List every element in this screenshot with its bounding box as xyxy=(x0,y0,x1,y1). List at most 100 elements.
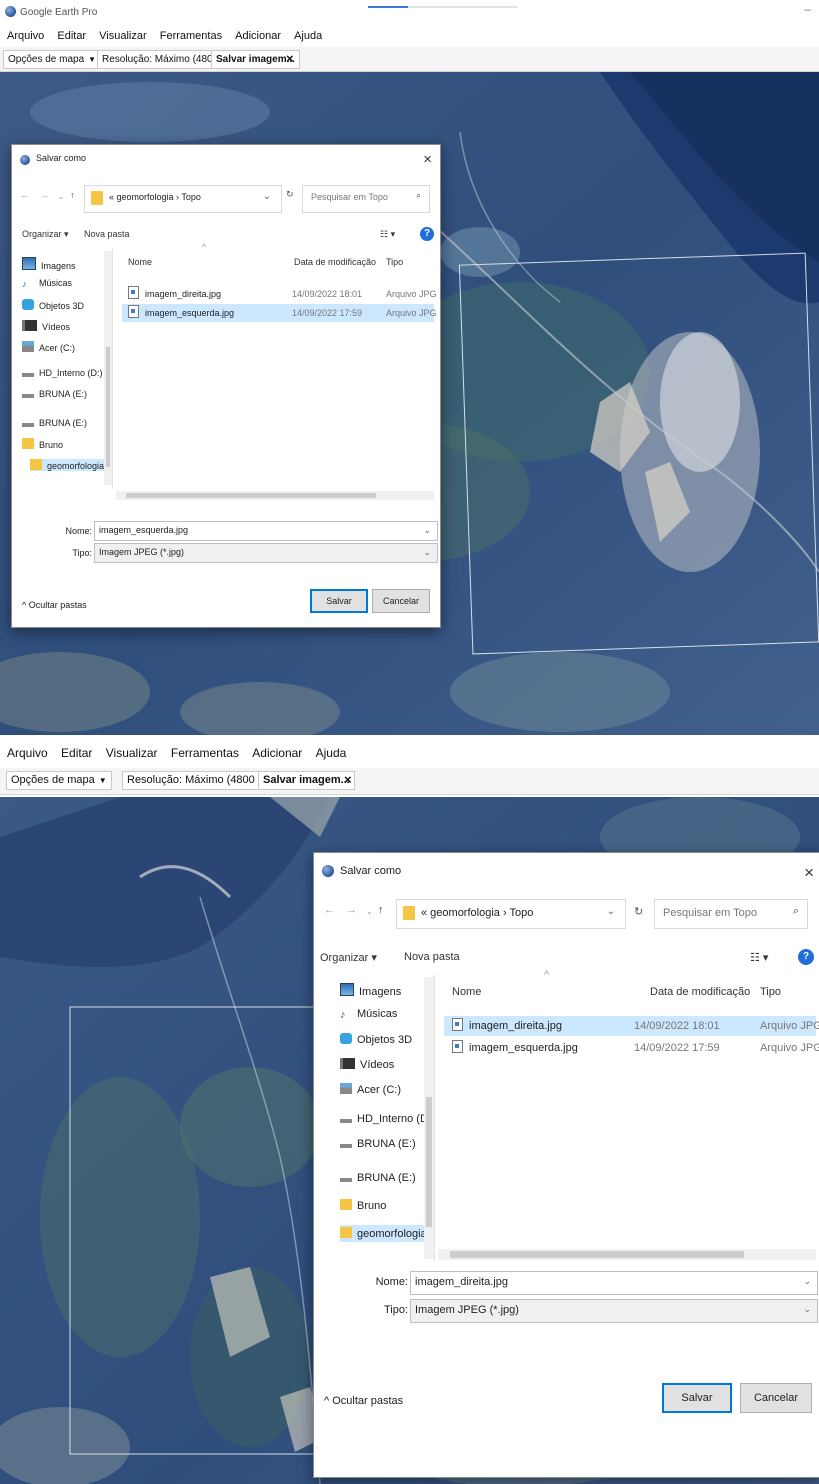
menu-arquivo[interactable]: Arquivo xyxy=(7,743,48,763)
file-list-scrollbar[interactable] xyxy=(116,491,434,500)
up-arrow-icon[interactable]: ↑ xyxy=(70,190,75,200)
column-header-data[interactable]: Data de modificação xyxy=(650,986,750,998)
file-row[interactable]: imagem_direita.jpg 14/09/2022 18:01 Arqu… xyxy=(122,285,437,303)
chevron-down-icon[interactable]: ⌄ xyxy=(803,1304,811,1315)
sidebar-item-imagens[interactable]: Imagens xyxy=(22,257,76,271)
help-icon[interactable]: ? xyxy=(420,227,434,241)
folder-icon xyxy=(403,906,415,920)
column-header-tipo[interactable]: Tipo xyxy=(386,257,403,267)
map-options-dropdown[interactable]: Opções de mapa ▼ xyxy=(6,771,112,790)
sidebar-item-videos[interactable]: Vídeos xyxy=(340,1058,394,1071)
sidebar-scrollbar[interactable] xyxy=(104,251,112,485)
sidebar-item-bruno[interactable]: Bruno xyxy=(340,1199,386,1212)
sidebar-item-bruno[interactable]: Bruno xyxy=(22,438,63,450)
menu-visualizar[interactable]: Visualizar xyxy=(106,743,158,763)
refresh-icon[interactable]: ↻ xyxy=(286,189,294,200)
filename-input[interactable]: imagem_direita.jpg ⌄ xyxy=(410,1271,818,1295)
cancel-button[interactable]: Cancelar xyxy=(372,589,430,613)
hide-folders-toggle[interactable]: ^ Ocultar pastas xyxy=(22,600,87,610)
top-screenshot-panel: Google Earth Pro – Arquivo Editar Visual… xyxy=(0,0,819,735)
sidebar-item-objetos-3d[interactable]: Objetos 3D xyxy=(22,299,84,311)
sidebar-item-geomorfologia[interactable]: geomorfologia xyxy=(340,1225,431,1242)
scrollbar-thumb[interactable] xyxy=(126,493,376,498)
sidebar-item-bruna-e[interactable]: BRUNA (E:) xyxy=(22,383,87,399)
scrollbar-thumb[interactable] xyxy=(106,347,110,467)
save-button[interactable]: Salvar xyxy=(310,589,368,613)
sidebar-item-acer-c[interactable]: Acer (C:) xyxy=(22,341,75,353)
close-dialog-icon[interactable]: × xyxy=(804,863,814,883)
chevron-down-icon[interactable]: ⌄ xyxy=(423,525,431,536)
menu-editar[interactable]: Editar xyxy=(61,743,92,763)
menu-editar[interactable]: Editar xyxy=(57,26,86,46)
organize-button[interactable]: Organizar ▾ xyxy=(22,229,69,240)
view-options-icon[interactable]: ☷ ▾ xyxy=(380,229,395,240)
search-input[interactable]: Pesquisar em Topo ⌕ xyxy=(654,899,808,929)
sidebar-item-imagens[interactable]: Imagens xyxy=(340,983,401,998)
close-toolbar-icon[interactable]: × xyxy=(344,771,352,788)
recent-locations-icon[interactable]: ⌄ xyxy=(366,907,373,916)
sidebar-item-bruna-e-root[interactable]: BRUNA (E:) xyxy=(340,1167,416,1184)
chevron-down-icon[interactable]: ⌄ xyxy=(263,191,271,202)
up-arrow-icon[interactable]: ↑ xyxy=(378,904,384,916)
sidebar-item-musicas[interactable]: ♪ Músicas xyxy=(22,278,72,290)
back-arrow-icon[interactable]: ← xyxy=(20,190,29,200)
scrollbar-thumb[interactable] xyxy=(450,1251,744,1258)
sidebar-item-objetos-3d[interactable]: Objetos 3D xyxy=(340,1033,412,1046)
file-type-select[interactable]: Imagem JPEG (*.jpg) ⌄ xyxy=(410,1299,818,1323)
recent-locations-icon[interactable]: ⌄ xyxy=(58,193,64,201)
forward-arrow-icon[interactable]: → xyxy=(346,904,357,916)
column-header-nome[interactable]: Nome xyxy=(452,986,481,998)
save-image-button[interactable]: Salvar imagem... xyxy=(258,771,355,790)
file-row-selected[interactable]: imagem_esquerda.jpg 14/09/2022 17:59 Arq… xyxy=(122,304,437,322)
column-header-data[interactable]: Data de modificação xyxy=(294,257,376,267)
forward-arrow-icon[interactable]: → xyxy=(40,190,49,200)
file-type-select[interactable]: Imagem JPEG (*.jpg) ⌄ xyxy=(94,543,438,563)
menu-arquivo[interactable]: Arquivo xyxy=(7,26,44,46)
refresh-icon[interactable]: ↻ xyxy=(634,905,643,918)
name-label: Nome: xyxy=(375,1276,408,1288)
path-breadcrumb[interactable]: « geomorfologia › Topo ⌄ xyxy=(84,185,282,213)
map-options-dropdown[interactable]: Opções de mapa ▼ xyxy=(3,50,102,69)
file-row[interactable]: imagem_esquerda.jpg 14/09/2022 17:59 Arq… xyxy=(444,1038,819,1058)
minimize-icon[interactable]: – xyxy=(804,2,811,16)
search-input[interactable]: Pesquisar em Topo ⌕ xyxy=(302,185,430,213)
sidebar-item-geomorfologia[interactable]: geomorfologia xyxy=(30,459,109,471)
sidebar-item-bruna-e[interactable]: BRUNA (E:) xyxy=(340,1133,416,1150)
back-arrow-icon[interactable]: ← xyxy=(324,904,335,916)
sidebar-item-musicas[interactable]: ♪ Músicas xyxy=(340,1008,397,1021)
sidebar-item-hd-interno[interactable]: HD_Interno (D:) xyxy=(340,1108,434,1125)
column-header-nome[interactable]: Nome xyxy=(128,257,152,267)
progress-indicator xyxy=(368,6,518,8)
save-button[interactable]: Salvar xyxy=(662,1383,732,1413)
menu-visualizar[interactable]: Visualizar xyxy=(99,26,147,46)
sidebar-item-acer-c[interactable]: Acer (C:) xyxy=(340,1083,401,1096)
new-folder-button[interactable]: Nova pasta xyxy=(404,951,460,963)
view-options-icon[interactable]: ☷ ▾ xyxy=(750,951,768,964)
sidebar-item-videos[interactable]: Vídeos xyxy=(22,320,70,332)
close-toolbar-icon[interactable]: × xyxy=(286,50,294,67)
scrollbar-thumb[interactable] xyxy=(426,1097,432,1227)
cancel-button[interactable]: Cancelar xyxy=(740,1383,812,1413)
menu-ferramentas[interactable]: Ferramentas xyxy=(160,26,222,46)
file-list-scrollbar[interactable] xyxy=(438,1249,816,1260)
chevron-down-icon[interactable]: ⌄ xyxy=(803,1276,811,1287)
organize-button[interactable]: Organizar ▾ xyxy=(320,951,377,964)
sidebar-scrollbar[interactable] xyxy=(424,977,434,1259)
menu-ferramentas[interactable]: Ferramentas xyxy=(171,743,239,763)
chevron-down-icon[interactable]: ⌄ xyxy=(423,547,431,558)
menu-adicionar[interactable]: Adicionar xyxy=(235,26,281,46)
filename-input[interactable]: imagem_esquerda.jpg ⌄ xyxy=(94,521,438,541)
menu-ajuda[interactable]: Ajuda xyxy=(294,26,322,46)
path-breadcrumb[interactable]: « geomorfologia › Topo ⌄ xyxy=(396,899,626,929)
file-row-selected[interactable]: imagem_direita.jpg 14/09/2022 18:01 Arqu… xyxy=(444,1016,819,1036)
menu-ajuda[interactable]: Ajuda xyxy=(316,743,347,763)
sidebar-item-bruna-e-root[interactable]: BRUNA (E:) xyxy=(22,412,87,428)
sidebar-item-hd-interno[interactable]: HD_Interno (D:) xyxy=(22,362,103,378)
menu-adicionar[interactable]: Adicionar xyxy=(252,743,302,763)
close-dialog-icon[interactable]: × xyxy=(423,151,432,168)
help-icon[interactable]: ? xyxy=(798,949,814,965)
column-header-tipo[interactable]: Tipo xyxy=(760,986,781,998)
hide-folders-toggle[interactable]: ^ Ocultar pastas xyxy=(324,1395,403,1407)
new-folder-button[interactable]: Nova pasta xyxy=(84,229,130,239)
chevron-down-icon[interactable]: ⌄ xyxy=(607,906,615,917)
